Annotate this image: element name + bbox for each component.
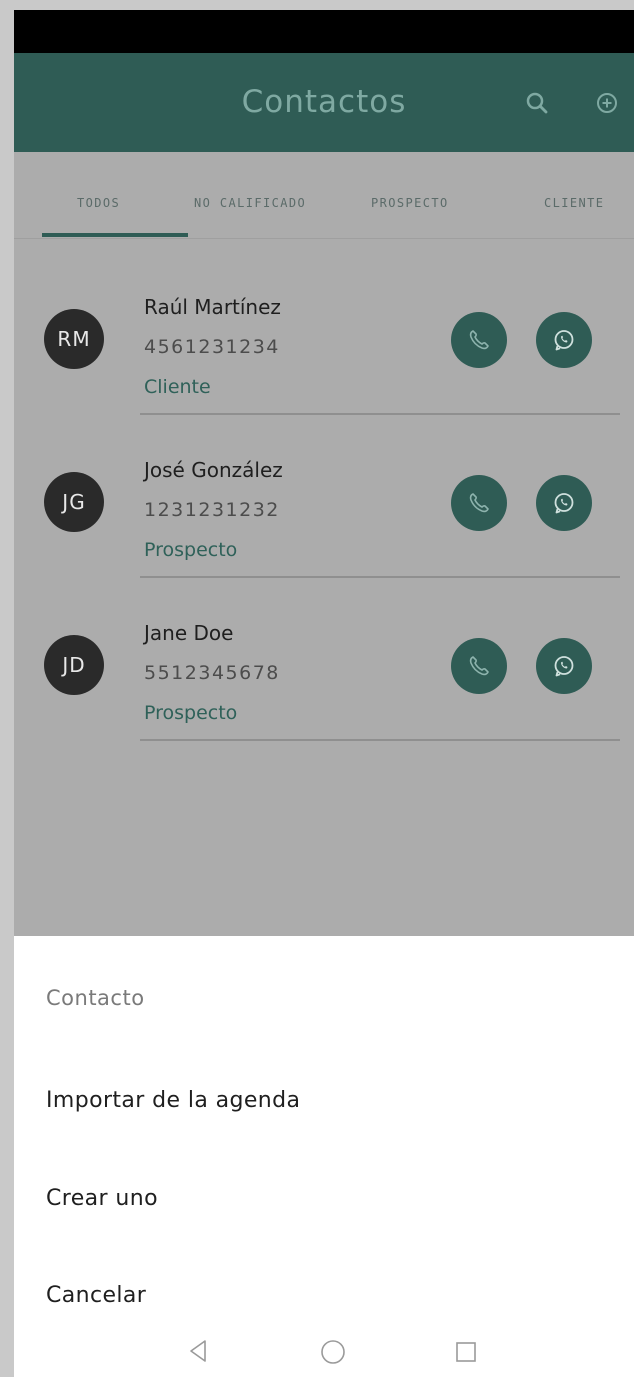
whatsapp-icon [554, 656, 574, 677]
add-circle-icon[interactable] [594, 90, 620, 116]
phone-screen: Contactos TODOS NO CALIFICADO PROSPECTO … [14, 10, 634, 1377]
recents-icon[interactable] [454, 1340, 478, 1364]
cancel-option[interactable]: Cancelar [46, 1283, 146, 1308]
tab-indicator [42, 233, 188, 237]
contact-name: Raúl Martínez [144, 295, 281, 319]
tab-no-calificado[interactable]: NO CALIFICADO [194, 196, 306, 210]
contact-row[interactable]: JG José González 1231231232 Prospecto [14, 416, 634, 578]
contact-status: Prospecto [144, 539, 238, 561]
divider [140, 413, 620, 415]
back-icon[interactable] [186, 1338, 210, 1364]
home-icon[interactable] [319, 1338, 347, 1366]
search-icon[interactable] [524, 90, 550, 116]
contact-row[interactable]: JD Jane Doe 5512345678 Prospecto [14, 578, 634, 741]
tab-prospecto[interactable]: PROSPECTO [371, 196, 449, 210]
avatar: JG [44, 472, 104, 532]
divider [140, 739, 620, 741]
tab-todos[interactable]: TODOS [77, 196, 120, 210]
contact-status: Prospecto [144, 702, 238, 724]
status-bar [14, 10, 634, 53]
sheet-title: Contacto [46, 986, 145, 1010]
contact-name: José González [144, 458, 283, 482]
whatsapp-icon [554, 330, 574, 351]
whatsapp-button[interactable] [536, 312, 592, 368]
contact-phone: 4561231234 [144, 336, 280, 358]
avatar: RM [44, 309, 104, 369]
create-contact-option[interactable]: Crear uno [46, 1186, 158, 1211]
tab-cliente[interactable]: CLIENTE [544, 196, 604, 210]
whatsapp-button[interactable] [536, 638, 592, 694]
phone-icon [469, 493, 489, 513]
call-button[interactable] [451, 312, 507, 368]
contact-phone: 1231231232 [144, 499, 280, 521]
import-contacts-option[interactable]: Importar de la agenda [46, 1088, 300, 1113]
app-bar: Contactos [14, 53, 634, 152]
whatsapp-icon [554, 493, 574, 514]
contact-name: Jane Doe [144, 621, 234, 645]
phone-icon [469, 330, 489, 350]
call-button[interactable] [451, 638, 507, 694]
contact-row[interactable]: RM Raúl Martínez 4561231234 Cliente [14, 252, 634, 415]
whatsapp-button[interactable] [536, 475, 592, 531]
call-button[interactable] [451, 475, 507, 531]
contact-phone: 5512345678 [144, 662, 280, 684]
phone-icon [469, 656, 489, 676]
bottom-sheet: Contacto Importar de la agenda Crear uno… [14, 936, 634, 1377]
contact-status: Cliente [144, 376, 211, 398]
avatar: JD [44, 635, 104, 695]
contacts-screen: TODOS NO CALIFICADO PROSPECTO CLIENTE RM… [14, 152, 634, 936]
tab-bar: TODOS NO CALIFICADO PROSPECTO CLIENTE [14, 152, 634, 239]
